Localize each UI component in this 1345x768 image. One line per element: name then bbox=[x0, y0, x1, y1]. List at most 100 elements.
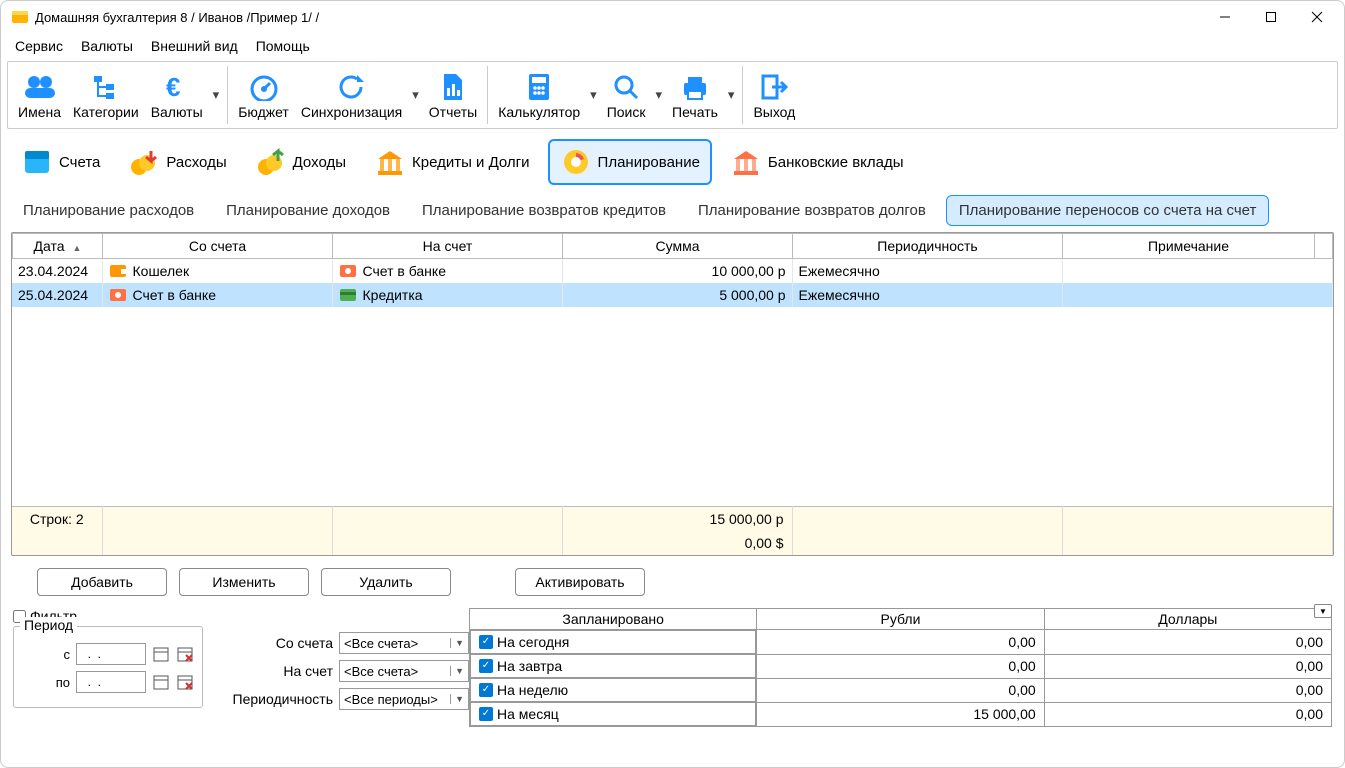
check-icon[interactable]: ✓ bbox=[479, 683, 493, 697]
toolbar-names[interactable]: Имена bbox=[12, 62, 67, 128]
euro-icon: € bbox=[162, 70, 192, 104]
toolbar-reports[interactable]: Отчеты bbox=[423, 62, 483, 128]
calculator-dropdown[interactable]: ▾ bbox=[586, 87, 601, 103]
add-button[interactable]: Добавить bbox=[37, 568, 167, 596]
currencies-dropdown[interactable]: ▾ bbox=[209, 87, 224, 103]
window-title: Домашняя бухгалтерия 8 / Иванов /Пример … bbox=[35, 10, 1202, 25]
print-dropdown[interactable]: ▾ bbox=[724, 87, 739, 103]
bank-small-icon bbox=[339, 263, 357, 279]
section-planning[interactable]: Планирование bbox=[548, 139, 712, 185]
menu-appearance[interactable]: Внешний вид bbox=[143, 35, 246, 57]
toolbar-exit[interactable]: Выход bbox=[747, 62, 801, 128]
deposits-icon bbox=[730, 147, 762, 177]
panel-collapse-button[interactable]: ▼ bbox=[1314, 604, 1332, 618]
summary-row: ✓На сегодня0,000,00 bbox=[470, 630, 1332, 655]
from-account-select[interactable]: <Все счета>▼ bbox=[339, 632, 469, 654]
col-to[interactable]: На счет bbox=[333, 234, 563, 259]
toolbar-sync[interactable]: Синхронизация bbox=[295, 62, 408, 128]
gauge-icon bbox=[248, 70, 280, 104]
chevron-down-icon: ▼ bbox=[450, 666, 464, 676]
footer-row-count: Строк: 2 15 000,00 р bbox=[12, 507, 1333, 532]
periodicity-select[interactable]: <Все периоды>▼ bbox=[339, 688, 469, 710]
summary-head-rub: Рубли bbox=[757, 609, 1044, 630]
section-credits[interactable]: Кредиты и Долги bbox=[364, 141, 540, 183]
check-icon[interactable]: ✓ bbox=[479, 707, 493, 721]
wallet-small-icon bbox=[109, 263, 127, 279]
planning-icon bbox=[560, 147, 592, 177]
subtab-plan-income[interactable]: Планирование доходов bbox=[214, 196, 402, 225]
maximize-button[interactable] bbox=[1248, 2, 1294, 32]
toolbar-currencies[interactable]: €Валюты bbox=[145, 62, 209, 128]
toolbar-calculator[interactable]: Калькулятор bbox=[492, 62, 586, 128]
check-icon[interactable]: ✓ bbox=[479, 635, 493, 649]
col-sum[interactable]: Сумма bbox=[563, 234, 793, 259]
section-expenses[interactable]: Расходы bbox=[118, 141, 236, 183]
section-nav: Счета Расходы Доходы Кредиты и Долги Пла… bbox=[1, 133, 1344, 191]
check-icon[interactable]: ✓ bbox=[479, 659, 493, 673]
activate-button[interactable]: Активировать bbox=[515, 568, 645, 596]
sub-tabs: Планирование расходов Планирование доход… bbox=[1, 191, 1344, 232]
calendar-clear-icon[interactable] bbox=[176, 673, 194, 691]
period-from-label: с bbox=[64, 647, 71, 662]
summary-head-planned: Запланировано bbox=[470, 609, 757, 630]
tree-icon bbox=[91, 70, 121, 104]
table-row[interactable]: 25.04.2024 Счет в банке Кредитка 5 000,0… bbox=[12, 283, 1333, 307]
table-row[interactable]: 23.04.2024 Кошелек Счет в банке 10 000,0… bbox=[12, 259, 1333, 283]
search-dropdown[interactable]: ▾ bbox=[652, 87, 667, 103]
edit-button[interactable]: Изменить bbox=[179, 568, 309, 596]
subtab-plan-credit-return[interactable]: Планирование возвратов кредитов bbox=[410, 196, 678, 225]
col-from[interactable]: Со счета bbox=[103, 234, 333, 259]
summary-row: ✓На месяц15 000,000,00 bbox=[470, 702, 1332, 727]
app-icon bbox=[11, 8, 29, 26]
from-account-label: Со счета bbox=[223, 635, 333, 651]
income-icon bbox=[255, 147, 287, 177]
minimize-button[interactable] bbox=[1202, 2, 1248, 32]
toolbar-budget[interactable]: Бюджет bbox=[232, 62, 295, 128]
menu-service[interactable]: Сервис bbox=[7, 35, 71, 57]
col-period[interactable]: Периодичность bbox=[793, 234, 1063, 259]
col-note[interactable]: Примечание bbox=[1063, 234, 1315, 259]
section-accounts[interactable]: Счета bbox=[11, 141, 110, 183]
toolbar-categories[interactable]: Категории bbox=[67, 62, 145, 128]
footer-row-usd: 0,00 $ bbox=[12, 531, 1333, 555]
subtab-plan-expenses[interactable]: Планирование расходов bbox=[11, 196, 206, 225]
calendar-icon[interactable] bbox=[152, 673, 170, 691]
menu-currencies[interactable]: Валюты bbox=[73, 35, 141, 57]
chevron-down-icon: ▼ bbox=[450, 694, 464, 704]
chevron-down-icon: ▼ bbox=[450, 638, 464, 648]
summary-row: ✓На неделю0,000,00 bbox=[470, 678, 1332, 702]
period-to-input[interactable] bbox=[76, 671, 146, 693]
data-table: Дата▲ Со счета На счет Сумма Периодичнос… bbox=[11, 232, 1334, 556]
toolbar-print[interactable]: Печать bbox=[666, 62, 724, 128]
menu-help[interactable]: Помощь bbox=[248, 35, 318, 57]
calendar-icon[interactable] bbox=[152, 645, 170, 663]
main-toolbar: Имена Категории €Валюты ▾ Бюджет Синхрон… bbox=[7, 61, 1338, 129]
exit-icon bbox=[760, 70, 788, 104]
search-icon bbox=[612, 70, 640, 104]
card-small-icon bbox=[339, 287, 357, 303]
bank-icon bbox=[374, 147, 406, 177]
period-from-input[interactable] bbox=[76, 643, 146, 665]
subtab-plan-debt-return[interactable]: Планирование возвратов долгов bbox=[686, 196, 938, 225]
delete-button[interactable]: Удалить bbox=[321, 568, 451, 596]
bank-small-icon bbox=[109, 287, 127, 303]
wallet-icon bbox=[21, 147, 53, 177]
sort-asc-icon: ▲ bbox=[73, 243, 82, 253]
period-group: Период с по bbox=[13, 626, 203, 708]
period-legend: Период bbox=[20, 617, 77, 633]
subtab-plan-transfers[interactable]: Планирование переносов со счета на счет bbox=[946, 195, 1270, 226]
section-deposits[interactable]: Банковские вклады bbox=[720, 141, 914, 183]
col-date[interactable]: Дата▲ bbox=[13, 234, 103, 259]
expenses-icon bbox=[128, 147, 160, 177]
action-bar: Добавить Изменить Удалить Активировать bbox=[1, 556, 1344, 604]
sync-dropdown[interactable]: ▾ bbox=[408, 87, 423, 103]
scrollbar-gutter bbox=[1315, 234, 1333, 259]
period-to-label: по bbox=[56, 675, 70, 690]
toolbar-search[interactable]: Поиск bbox=[601, 62, 652, 128]
summary-table: ЗапланированоРублиДоллары ✓На сегодня0,0… bbox=[469, 608, 1332, 727]
section-income[interactable]: Доходы bbox=[245, 141, 356, 183]
close-button[interactable] bbox=[1294, 2, 1340, 32]
calendar-clear-icon[interactable] bbox=[176, 645, 194, 663]
to-account-select[interactable]: <Все счета>▼ bbox=[339, 660, 469, 682]
people-icon bbox=[23, 70, 57, 104]
